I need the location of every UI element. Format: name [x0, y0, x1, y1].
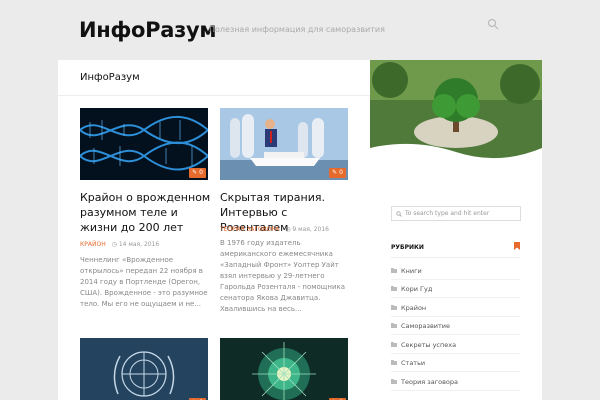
search-icon	[396, 210, 402, 217]
comment-icon: ✎	[192, 169, 198, 176]
comments-badge[interactable]: ✎ 0	[329, 168, 346, 178]
site-header: ИнфоРазум Полезная информация для самора…	[0, 0, 600, 60]
post-excerpt: Ченнелинг «Врожденное открылось» передан…	[80, 256, 208, 308]
post-meta: Крайон ◷ 14 мая, 2016	[80, 241, 159, 248]
sidebar-banner-image	[370, 60, 542, 160]
folder-icon	[391, 305, 397, 310]
post-title[interactable]: Крайон о врожденном разумном теле и жизн…	[80, 190, 215, 235]
post-card: ✎ 0 Крайон о врожденном разумном теле и …	[80, 108, 210, 308]
comments-badge[interactable]: ✎ 0	[189, 168, 206, 178]
main-content: ИнфоРазум ✎ 0 Крайон о врожденном разумн…	[58, 60, 370, 400]
post-thumbnail[interactable]: ✎ 0	[80, 108, 208, 180]
post-card: ✎ 0	[220, 338, 348, 400]
post-thumbnail[interactable]: ✎ 0	[80, 338, 208, 400]
site-title[interactable]: ИнфоРазум	[79, 18, 217, 42]
category-item[interactable]: Крайон	[391, 299, 520, 317]
category-item[interactable]: Книги	[391, 262, 520, 280]
post-date: 9 мая, 2016	[292, 226, 329, 233]
bookmark-icon	[514, 242, 520, 250]
search-placeholder: To search type and hit enter	[405, 210, 490, 217]
folder-icon	[391, 360, 397, 365]
sidebar: To search type and hit enter РУБРИКИ Кни…	[370, 60, 542, 400]
post-category[interactable]: Крайон	[80, 241, 106, 248]
post-date: 14 мая, 2016	[118, 241, 160, 248]
comment-icon: ✎	[332, 169, 338, 176]
search-icon[interactable]	[487, 18, 499, 30]
post-category[interactable]: Теория заговора	[220, 226, 279, 233]
category-item[interactable]: Теория заговора	[391, 373, 520, 391]
divider	[391, 257, 520, 258]
category-item[interactable]: Кори Гуд	[391, 280, 520, 298]
folder-icon	[391, 379, 397, 384]
clock-icon: ◷	[285, 226, 291, 233]
category-item[interactable]: Статьи	[391, 354, 520, 372]
folder-icon	[391, 268, 397, 273]
search-input[interactable]: To search type and hit enter	[391, 206, 521, 221]
folder-icon	[391, 323, 397, 328]
clock-icon: ◷	[111, 241, 117, 248]
post-meta: Теория заговора ◷ 9 мая, 2016	[220, 226, 329, 233]
post-card: ✎ 0	[80, 338, 208, 400]
post-card: ✎ 0 Скрытая тирания. Интервью с Розентал…	[220, 108, 348, 313]
post-thumbnail[interactable]: ✎ 0	[220, 108, 348, 180]
folder-icon	[391, 342, 397, 347]
post-excerpt: В 1976 году издатель американского ежеме…	[220, 239, 346, 313]
category-item[interactable]: Саморазвитие	[391, 317, 520, 335]
page-title: ИнфоРазум	[58, 60, 370, 96]
widget-title: РУБРИКИ	[391, 244, 424, 251]
folder-icon	[391, 286, 397, 291]
category-item[interactable]: Секреты успеха	[391, 336, 520, 354]
post-thumbnail[interactable]: ✎ 0	[220, 338, 348, 400]
site-tagline: Полезная информация для саморазвития	[209, 25, 385, 34]
